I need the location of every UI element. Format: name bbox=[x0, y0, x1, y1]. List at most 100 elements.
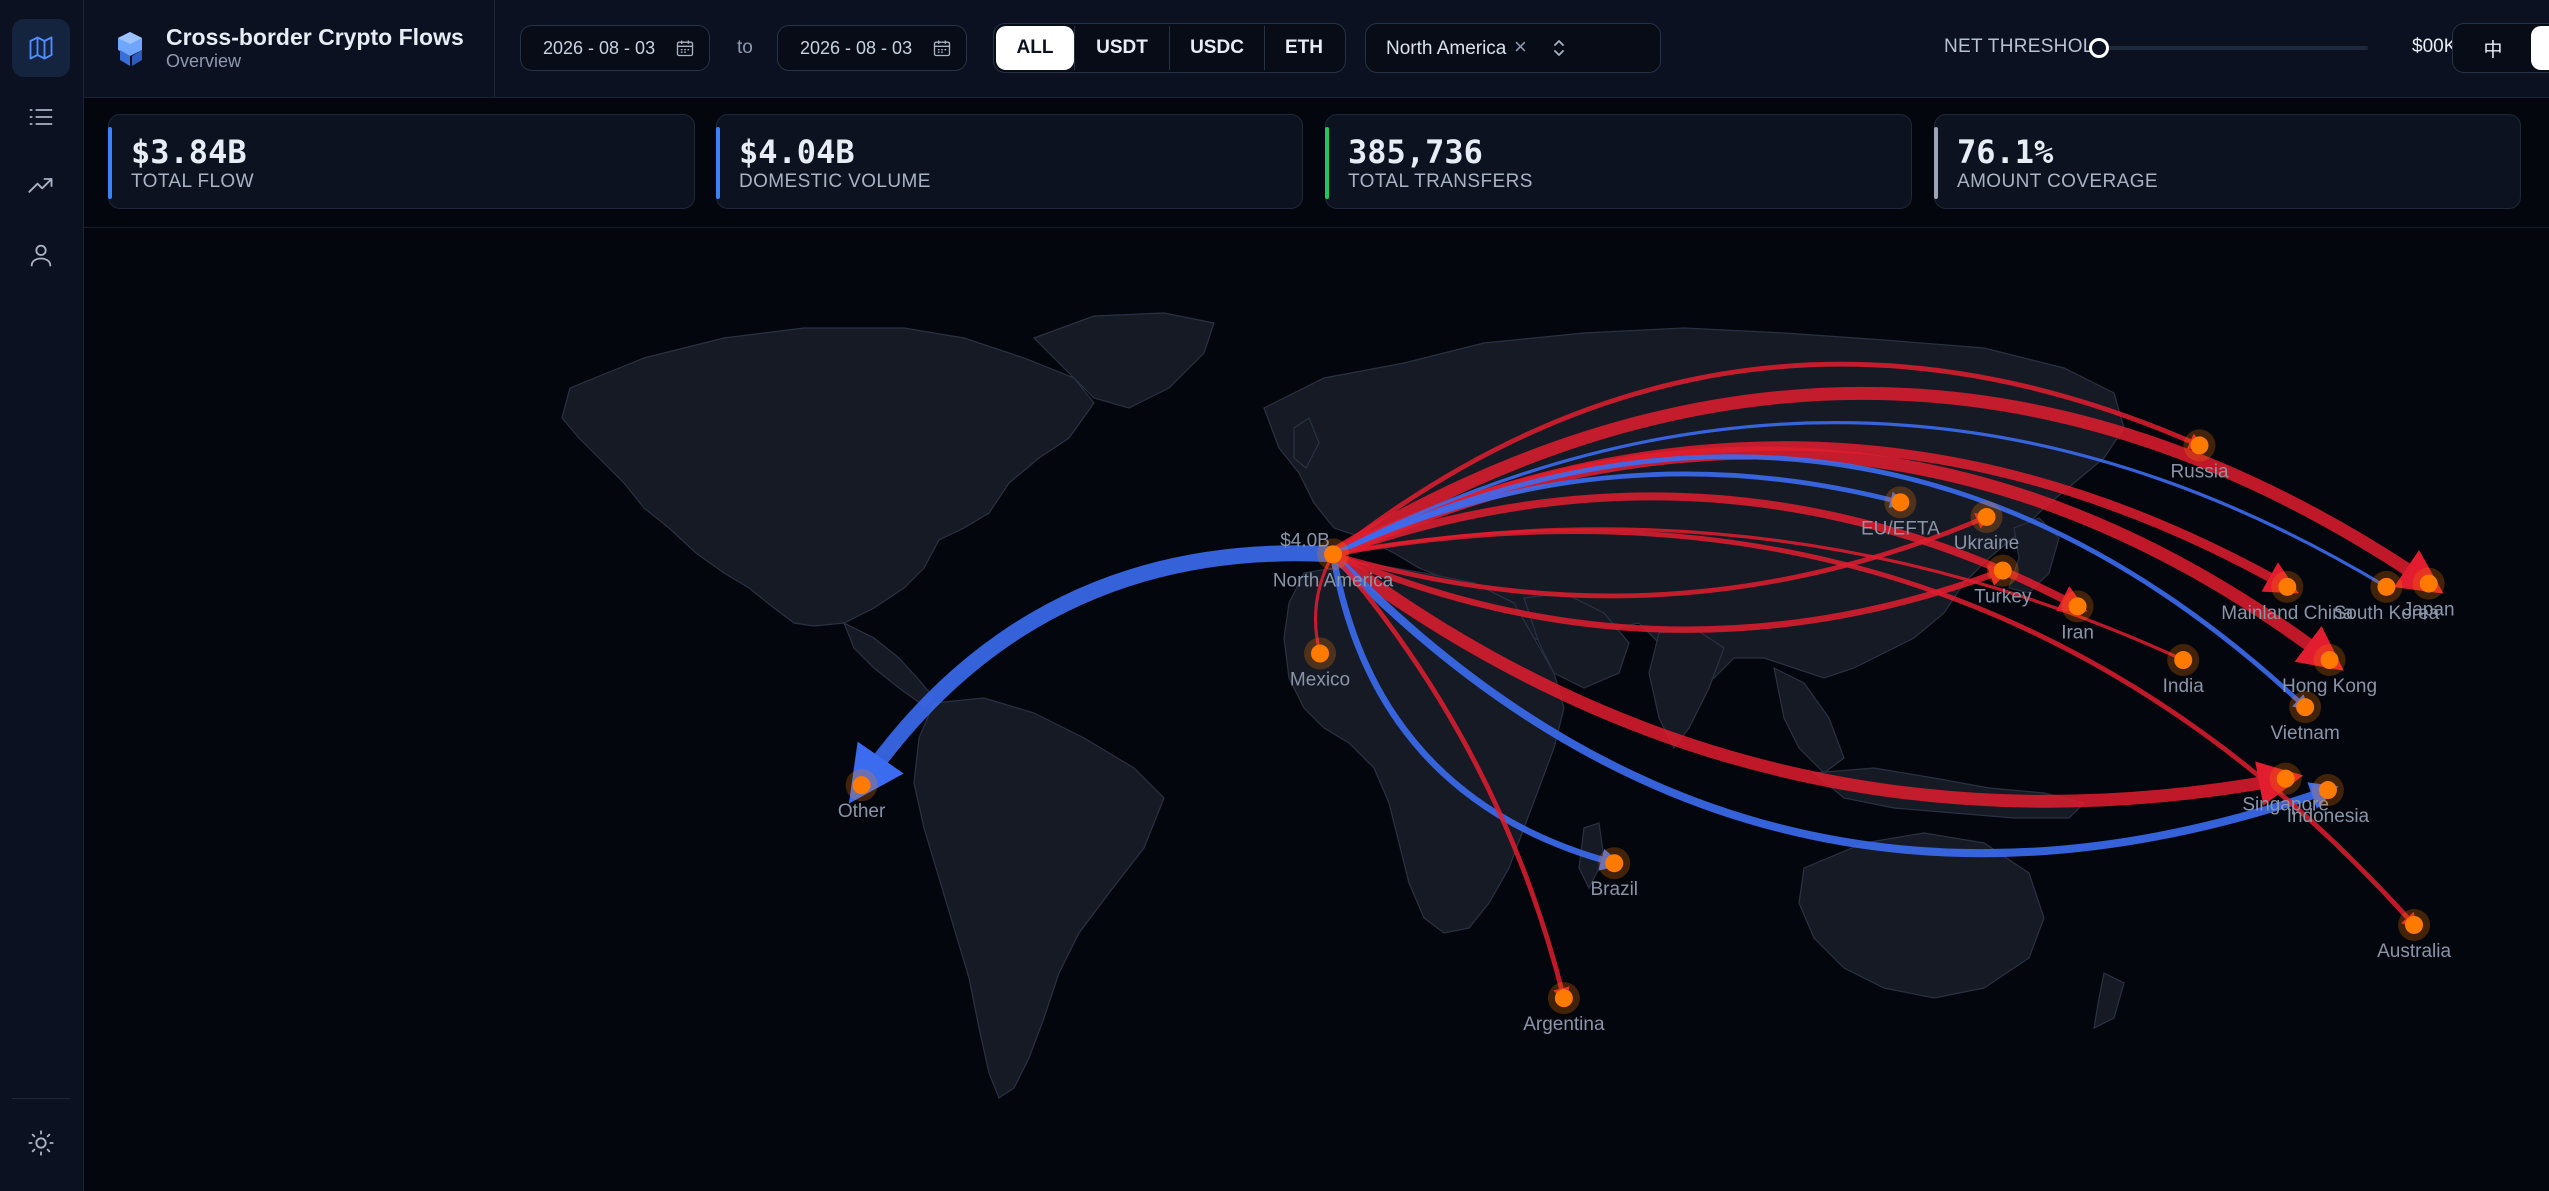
landmass-south-america bbox=[913, 697, 1165, 1099]
kpi-card-domestic-volume: $4.04B DOMESTIC VOLUME bbox=[716, 114, 1303, 209]
node-label-au: Australia bbox=[2377, 941, 2451, 962]
node-tr[interactable] bbox=[1993, 561, 2012, 580]
map-icon bbox=[29, 36, 53, 60]
nav-trends[interactable] bbox=[12, 157, 70, 215]
nav-list[interactable] bbox=[12, 88, 70, 146]
asset-eth-button[interactable]: ETH bbox=[1265, 26, 1343, 70]
kpi-value: $4.04B bbox=[739, 133, 855, 171]
threshold-slider-handle[interactable] bbox=[2089, 38, 2109, 58]
node-mx[interactable] bbox=[1311, 644, 1330, 663]
node-eu[interactable] bbox=[1891, 493, 1910, 512]
lang-zh-button[interactable]: 中 bbox=[2455, 26, 2531, 70]
node-label-ua: Ukraine bbox=[1954, 533, 2019, 554]
node-label-ar: Argentina bbox=[1523, 1014, 1605, 1035]
kpi-card-total-flow: $3.84B TOTAL FLOW bbox=[108, 114, 695, 209]
kpi-accent-bar bbox=[716, 127, 720, 199]
brand-divider bbox=[494, 0, 495, 97]
language-switch: 中 EN bbox=[2452, 23, 2549, 73]
node-ar[interactable] bbox=[1554, 989, 1573, 1008]
to-label: to bbox=[737, 37, 753, 58]
chevron-updown-icon bbox=[1554, 40, 1564, 56]
calendar-icon bbox=[933, 40, 951, 57]
node-vn[interactable] bbox=[2296, 698, 2315, 717]
threshold-value: $00K bbox=[2412, 36, 2457, 57]
kpi-card-amount-coverage: 76.1% AMOUNT COVERAGE bbox=[1934, 114, 2521, 209]
theme-toggle-button[interactable] bbox=[12, 1114, 70, 1172]
landmass-new-zealand bbox=[2093, 972, 2125, 1030]
kpi-label: TOTAL TRANSFERS bbox=[1348, 171, 1533, 192]
calendar-icon bbox=[676, 40, 694, 57]
kpi-value: 385,736 bbox=[1348, 133, 1483, 171]
node-label-idn: Indonesia bbox=[2287, 806, 2370, 827]
land-masses bbox=[561, 312, 2125, 1099]
node-sg[interactable] bbox=[2276, 769, 2295, 788]
nav-map[interactable] bbox=[12, 19, 70, 77]
kpi-value: $3.84B bbox=[131, 133, 247, 171]
node-br[interactable] bbox=[1605, 854, 1624, 873]
landmass-central-america bbox=[842, 621, 935, 707]
region-value: North America bbox=[1386, 38, 1507, 59]
node-au[interactable] bbox=[2405, 915, 2424, 934]
landmass-southeast-asia bbox=[1773, 666, 1845, 774]
node-label-in: India bbox=[2163, 676, 2205, 697]
node-label-na: North America bbox=[1273, 570, 1394, 591]
nav-profile[interactable] bbox=[12, 226, 70, 284]
node-in[interactable] bbox=[2174, 651, 2193, 670]
asset-filter: ALL USDT USDC ETH bbox=[993, 23, 1346, 73]
world-map[interactable]: North America Mexico Other Brazil Argentina E… bbox=[84, 228, 2549, 1191]
clear-region-icon[interactable]: × bbox=[1514, 36, 1527, 58]
node-label-tr: Turkey bbox=[1974, 587, 2032, 608]
list-icon bbox=[29, 109, 53, 125]
trend-icon bbox=[28, 178, 53, 193]
user-icon bbox=[30, 244, 52, 267]
node-label-mx: Mexico bbox=[1290, 670, 1350, 691]
node-label-jp: Japan bbox=[2403, 600, 2455, 621]
region-select[interactable]: North America × bbox=[1365, 23, 1661, 73]
kpi-accent-bar bbox=[1325, 127, 1329, 199]
node-other[interactable] bbox=[852, 776, 871, 795]
node-label-ir: Iran bbox=[2061, 622, 2094, 643]
app-title: Cross-border Crypto Flows bbox=[166, 24, 464, 50]
node-label-vn: Vietnam bbox=[2270, 723, 2339, 744]
kpi-label: AMOUNT COVERAGE bbox=[1957, 171, 2158, 192]
kpi-accent-bar bbox=[108, 127, 112, 199]
sidebar-divider bbox=[12, 1098, 70, 1099]
landmass-australia bbox=[1798, 832, 2045, 999]
node-cn[interactable] bbox=[2278, 577, 2297, 596]
node-hk[interactable] bbox=[2320, 651, 2339, 670]
landmass-north-america bbox=[561, 327, 1095, 627]
kpi-value: 76.1% bbox=[1957, 133, 2054, 171]
date-to-value: 2026 - 08 - 03 bbox=[800, 37, 913, 58]
asset-all-button[interactable]: ALL bbox=[996, 26, 1074, 70]
logo-icon bbox=[118, 32, 142, 66]
node-label-other: Other bbox=[838, 801, 886, 822]
top-bar: Cross-border Crypto Flows Overview 2026 … bbox=[84, 0, 2549, 98]
node-label-ru: Russia bbox=[2170, 461, 2229, 482]
date-from-field[interactable]: 2026 - 08 - 03 bbox=[520, 25, 710, 71]
flow-map[interactable]: North America Mexico Other Brazil Argentina E… bbox=[84, 228, 2549, 1191]
node-label-eu: EU/EFTA bbox=[1861, 518, 1940, 539]
date-from-value: 2026 - 08 - 03 bbox=[543, 37, 656, 58]
node-ir[interactable] bbox=[2068, 597, 2087, 616]
kpi-accent-bar bbox=[1934, 127, 1938, 199]
node-ua[interactable] bbox=[1977, 507, 1996, 526]
node-jp[interactable] bbox=[2419, 574, 2438, 593]
node-idn[interactable] bbox=[2318, 781, 2337, 800]
brand: Cross-border Crypto Flows Overview bbox=[108, 22, 464, 74]
date-to-field[interactable]: 2026 - 08 - 03 bbox=[777, 25, 967, 71]
sun-icon bbox=[28, 1130, 54, 1156]
node-kr[interactable] bbox=[2377, 577, 2396, 596]
origin-value-label: $4.0B bbox=[1280, 530, 1330, 551]
lang-en-button[interactable]: EN bbox=[2531, 26, 2549, 70]
node-ru[interactable] bbox=[2190, 436, 2209, 455]
asset-usdc-button[interactable]: USDC bbox=[1170, 26, 1264, 70]
threshold-label: NET THRESHOLD bbox=[1944, 36, 2108, 57]
asset-usdt-button[interactable]: USDT bbox=[1075, 26, 1169, 70]
kpi-card-total-transfers: 385,736 TOTAL TRANSFERS bbox=[1325, 114, 1912, 209]
kpi-label: DOMESTIC VOLUME bbox=[739, 171, 931, 192]
kpi-label: TOTAL FLOW bbox=[131, 171, 254, 192]
node-label-br: Brazil bbox=[1591, 879, 1639, 900]
sidebar bbox=[0, 0, 84, 1191]
threshold-slider-track[interactable] bbox=[2098, 46, 2368, 50]
app-subtitle: Overview bbox=[166, 51, 242, 71]
